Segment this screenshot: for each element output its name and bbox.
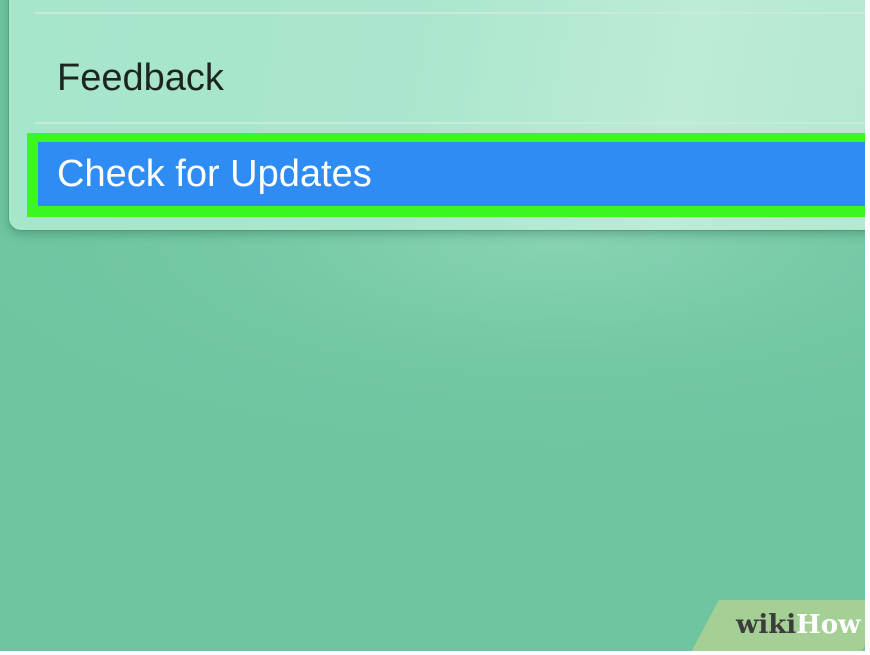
menu-separator xyxy=(35,122,870,124)
image-border xyxy=(865,0,870,655)
desktop-background: Feedback Check for Updates wikiHow xyxy=(0,0,870,655)
app-menu-dropdown: Feedback Check for Updates xyxy=(9,0,870,230)
annotation-highlight-box: Check for Updates xyxy=(27,133,870,217)
menu-item-label: Feedback xyxy=(57,57,224,99)
menu-item-check-for-updates[interactable]: Check for Updates xyxy=(38,142,868,206)
menu-separator xyxy=(35,12,870,14)
watermark-logo: wikiHow xyxy=(736,610,861,640)
image-border xyxy=(0,651,870,655)
menu-item-feedback[interactable]: Feedback xyxy=(9,20,869,120)
menu-item-label: Check for Updates xyxy=(57,153,372,195)
